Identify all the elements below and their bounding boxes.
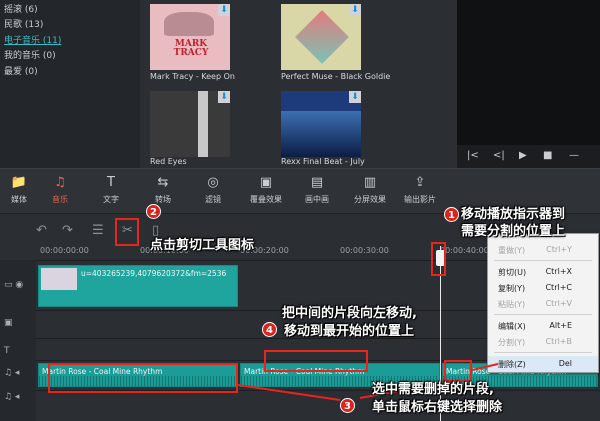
connector-line	[471, 363, 499, 371]
step-badge-4: 4	[262, 322, 277, 337]
step-badge-1: 1	[444, 207, 459, 222]
step4-caption-line2: 移动到最开始的位置上	[284, 324, 415, 339]
step4-caption-line1: 把中间的片段向左移动,	[282, 306, 417, 321]
step3-caption-line2: 单击鼠标右键选择删除	[372, 400, 503, 415]
step-badge-2: 2	[146, 204, 161, 219]
step1-caption-line2: 需要分割的位置上	[461, 224, 566, 239]
step3-caption-line1: 选中需要删掉的片段,	[372, 382, 494, 397]
step-badge-3: 3	[340, 398, 355, 413]
step2-caption: 点击剪切工具图标	[150, 238, 255, 253]
connector-line	[237, 384, 341, 401]
